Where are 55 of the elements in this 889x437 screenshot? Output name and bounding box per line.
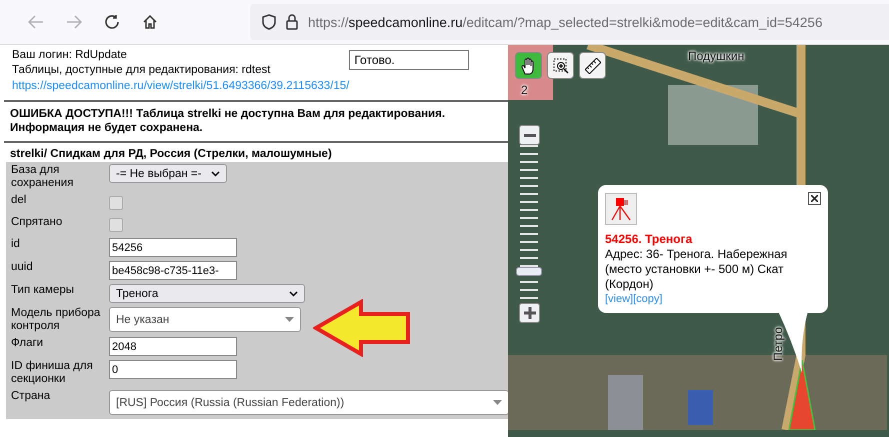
lock-icon[interactable] [286, 14, 298, 30]
pan-tool-button[interactable] [515, 52, 542, 79]
field-label: База для сохранения [11, 164, 74, 190]
satellite-map[interactable]: Подушкин 2 Петро 54256. Тренога Адрес: 36- Тренога. Набережная (место установки +- 500 м) Скат (Кордон) [view][copy] [508, 45, 889, 437]
field-label: Спрятано [11, 216, 64, 229]
login-text: Ваш логин: RdUpdate [12, 48, 128, 62]
text-field[interactable]: 0 [109, 360, 237, 379]
plus-icon [524, 307, 536, 319]
status-field[interactable]: Готово. [349, 50, 470, 70]
close-button[interactable] [808, 192, 821, 205]
close-icon [811, 195, 818, 202]
place-label: Подушкин [688, 49, 744, 63]
zoom-box-tool-button[interactable] [547, 52, 574, 79]
tripod-camera-icon [605, 193, 637, 225]
field-label: id [11, 238, 21, 251]
save-database-select[interactable]: -= Не выбран =- [109, 164, 227, 183]
field-label: Тип камеры [11, 284, 76, 297]
chevron-down-icon [289, 290, 298, 296]
chevron-down-icon [211, 170, 220, 176]
dropdown-triangle-icon [285, 317, 294, 322]
reload-icon[interactable] [104, 14, 120, 30]
country-select[interactable]: [RUS] Россия (Russia (Russian Federation)) [109, 390, 508, 415]
zoom-in-icon [552, 58, 568, 74]
home-icon[interactable] [142, 14, 158, 30]
hand-icon [520, 56, 536, 74]
field-label: Модель прибора контроля [11, 307, 102, 333]
zoom-slider-thumb[interactable] [516, 267, 542, 276]
url-text: https://speedcamonline.ru/editcam/?map_selected=strelki&mode=edit&cam_id=54256 [308, 14, 822, 30]
camera-address: Адрес: 36- Тренога. Набережная (место установки +- 500 м) Скат (Кордон) [605, 247, 788, 292]
ruler-tool-button[interactable] [579, 52, 606, 79]
field-label: ID финиша для секционки [11, 360, 94, 386]
camera-direction-cone [787, 360, 817, 430]
text-field[interactable]: 54256 [109, 238, 237, 257]
error-message: ОШИБКА ДОСТУПА!!! Таблица strelki не доступна Вам для редактирования. Информация не будет сохранена. [10, 107, 446, 135]
camera-title: 54256. Тренога [605, 232, 694, 246]
street-label: Петро [770, 327, 785, 361]
address-bar[interactable]: https://speedcamonline.ru/editcam/?map_selected=strelki&mode=edit&cam_id=54256 [250, 4, 889, 40]
dropdown-triangle-icon [493, 400, 502, 405]
checkbox[interactable] [109, 196, 123, 210]
form-title: strelki/ Спидкам для РД, Россия (Стрелки, малошумные) [10, 148, 333, 160]
checkbox[interactable] [109, 218, 123, 232]
field-label: Страна [11, 390, 52, 403]
tables-text: Таблицы, доступные для редактирования: rdtest [12, 63, 272, 77]
minus-icon [524, 134, 536, 136]
field-label: del [11, 194, 28, 207]
field-label: uuid [11, 261, 34, 274]
text-field[interactable]: be458c98-c735-11e3- [109, 261, 237, 280]
text-field[interactable]: 2048 [109, 337, 237, 356]
field-label: Флаги [11, 337, 44, 350]
zoom-in-button[interactable] [519, 303, 540, 323]
device-model-select[interactable]: Не указан [109, 307, 301, 332]
building-number: 2 [521, 83, 528, 97]
shield-icon[interactable] [262, 14, 276, 30]
camera-type-select[interactable]: Тренога [109, 284, 305, 303]
zoom-out-button[interactable] [519, 125, 540, 145]
